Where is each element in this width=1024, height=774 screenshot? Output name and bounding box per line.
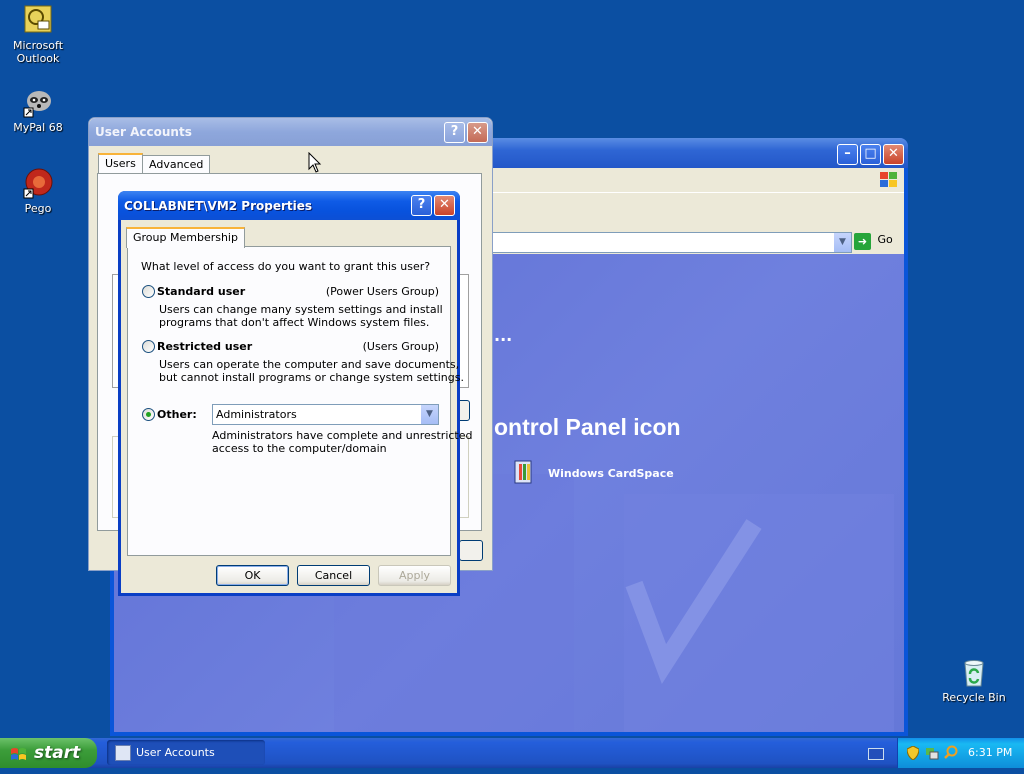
taskbar: start User Accounts 6:31 PM [0,738,1024,768]
standard-user-group: (Power Users Group) [325,285,439,298]
close-button[interactable]: ✕ [467,122,488,143]
tab-group-membership[interactable]: Group Membership [126,227,245,248]
desktop-icon-recycle-bin[interactable]: Recycle Bin [936,656,1012,704]
pego-icon [22,167,54,199]
taskbar-button-user-accounts[interactable]: User Accounts [107,740,265,765]
access-question: What level of access do you want to gran… [141,260,431,273]
page-heading: ontrol Panel icon [494,414,681,440]
desktop-icon-label: Pego [24,202,52,215]
user-properties-dialog: COLLABNET\VM2 Properties ? ✕ Group Membe… [118,191,473,596]
restricted-user-desc-line2: but cannot install programs or change sy… [159,371,464,384]
standard-user-desc-line2: programs that don't affect Windows syste… [159,316,430,329]
tab-users[interactable]: Users [98,153,143,174]
windows-logo-icon [878,170,900,190]
cancel-button[interactable]: Cancel [297,565,370,586]
close-button[interactable]: ✕ [883,144,904,165]
dialog-title: COLLABNET\VM2 Properties [124,199,313,213]
chevron-down-icon[interactable]: ▼ [421,405,438,424]
start-label: start [34,743,81,763]
user-accounts-titlebar[interactable]: User Accounts ? ✕ [89,118,492,146]
network-icon[interactable] [925,746,939,760]
tab-advanced[interactable]: Advanced [142,155,211,173]
cardspace-label: Windows CardSpace [548,467,674,480]
outlook-icon [22,4,54,36]
system-tray: 6:31 PM [897,738,1024,768]
desktop-icon-label: MyPal 68 [13,121,63,134]
restricted-user-desc-line1: Users can operate the computer and save … [159,358,460,371]
desktop-icon-mypal[interactable]: MyPal 68 [0,86,76,134]
windows-flag-icon [9,744,29,762]
start-button[interactable]: start [0,738,97,768]
search-icon[interactable] [944,745,959,760]
restricted-user-label[interactable]: Restricted user [157,340,252,353]
recycle-bin-icon [958,656,990,688]
ok-button[interactable]: OK [216,565,289,586]
other-radio[interactable] [142,408,155,421]
mypal-raccoon-icon [22,86,54,118]
restricted-user-radio[interactable] [142,340,155,353]
group-membership-panel: What level of access do you want to gran… [127,246,473,556]
chevron-down-icon[interactable]: ▼ [834,233,851,252]
desktop-icon-label: Microsoft Outlook [12,39,64,65]
help-button[interactable]: ? [411,195,432,216]
go-label: Go [877,233,893,246]
ellipsis-text: ... [494,326,513,345]
properties-body: Group Membership What level of access do… [121,220,473,593]
user-accounts-title: User Accounts [95,125,192,139]
keyboard-icon[interactable] [868,748,884,760]
other-desc-line1: Administrators have complete and unrestr… [212,429,473,442]
taskbar-button-label: User Accounts [136,746,215,759]
minimize-button[interactable]: – [837,144,858,165]
standard-user-desc-line1: Users can change many system settings an… [159,303,443,316]
apply-button[interactable]: Apply [378,565,451,586]
properties-titlebar[interactable]: COLLABNET\VM2 Properties ? ✕ [118,191,460,220]
other-desc-line2: access to the computer/domain [212,442,387,455]
user-accounts-icon [115,745,131,761]
maximize-button[interactable]: □ [860,144,881,165]
desktop-icon-outlook[interactable]: Microsoft Outlook [0,4,76,65]
close-button[interactable]: ✕ [434,195,455,216]
standard-user-radio[interactable] [142,285,155,298]
desktop-icon-label: Recycle Bin [942,691,1006,704]
go-button[interactable]: ➜ Go [854,233,900,251]
desktop-icon-pego[interactable]: Pego [0,167,76,215]
security-shield-icon[interactable] [906,745,920,761]
ok-button-edge[interactable] [459,540,483,561]
other-group-select[interactable]: Administrators ▼ [212,404,439,425]
mouse-cursor-icon [308,151,322,174]
clock[interactable]: 6:31 PM [968,746,1012,759]
restricted-user-group: (Users Group) [362,340,439,353]
other-label[interactable]: Other: [157,408,197,421]
other-select-value: Administrators [216,408,297,421]
cardspace-icon [512,459,538,487]
help-button[interactable]: ? [444,122,465,143]
go-arrow-icon: ➜ [854,233,871,250]
standard-user-label[interactable]: Standard user [157,285,245,298]
